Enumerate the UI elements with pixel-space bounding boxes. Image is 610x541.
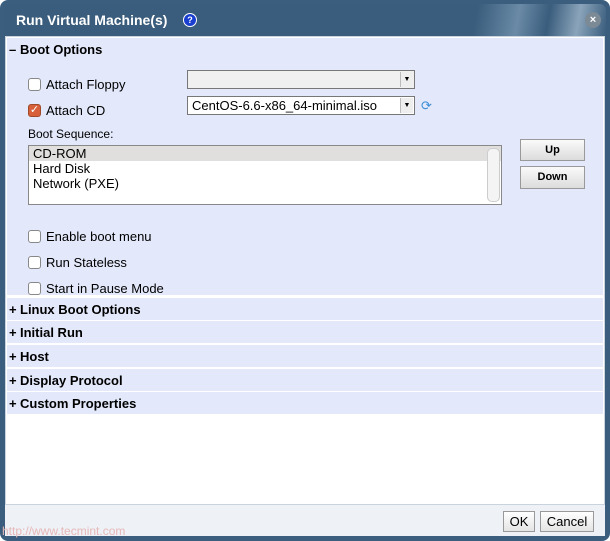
down-button[interactable]: Down <box>520 166 585 189</box>
section-host[interactable]: + Host <box>7 345 603 367</box>
section-title: Boot Options <box>20 42 103 57</box>
enable-boot-menu-label: Enable boot menu <box>46 229 152 244</box>
boot-sequence-label: Boot Sequence: <box>28 127 114 141</box>
collapse-icon: – <box>9 42 17 57</box>
expand-icon: + <box>9 349 17 364</box>
section-display-protocol[interactable]: + Display Protocol <box>7 369 603 391</box>
boot-options-header[interactable]: – Boot Options <box>9 42 102 57</box>
section-linux-boot-options[interactable]: + Linux Boot Options <box>7 298 603 320</box>
chevron-down-icon: ▼ <box>400 98 413 113</box>
expand-icon: + <box>9 302 17 317</box>
expand-icon: + <box>9 325 17 340</box>
up-button[interactable]: Up <box>520 139 585 161</box>
attach-floppy-label: Attach Floppy <box>46 77 126 92</box>
list-item[interactable]: Hard Disk <box>29 161 501 176</box>
run-stateless-label: Run Stateless <box>46 255 127 270</box>
cd-select[interactable]: CentOS-6.6-x86_64-minimal.iso ▼ <box>187 96 415 115</box>
title-bar: Run Virtual Machine(s) ? × <box>4 4 606 36</box>
list-item[interactable]: Network (PXE) <box>29 176 501 191</box>
ok-button[interactable]: OK <box>503 511 535 532</box>
scrollbar[interactable] <box>487 148 500 202</box>
refresh-icon[interactable]: ⟳ <box>421 98 432 114</box>
help-icon[interactable]: ? <box>183 13 197 27</box>
attach-cd-label: Attach CD <box>46 103 106 118</box>
attach-floppy-checkbox[interactable] <box>28 78 41 91</box>
close-icon[interactable]: × <box>585 12 601 28</box>
start-paused-label: Start in Pause Mode <box>46 281 164 296</box>
section-title: Initial Run <box>20 325 83 340</box>
cancel-button[interactable]: Cancel <box>540 511 594 532</box>
watermark: http://www.tecmint.com <box>2 524 126 538</box>
run-stateless-checkbox[interactable] <box>28 256 41 269</box>
section-title: Host <box>20 349 49 364</box>
section-title: Display Protocol <box>20 373 123 388</box>
boot-sequence-list[interactable]: CD-ROM Hard Disk Network (PXE) <box>28 145 502 205</box>
expand-icon: + <box>9 396 17 411</box>
attach-cd-checkbox[interactable]: ✓ <box>28 104 41 117</box>
section-custom-properties[interactable]: + Custom Properties <box>7 392 603 414</box>
section-initial-run[interactable]: + Initial Run <box>7 321 603 343</box>
chevron-down-icon: ▼ <box>400 72 413 87</box>
list-item[interactable]: CD-ROM <box>29 146 501 161</box>
expand-icon: + <box>9 373 17 388</box>
start-paused-checkbox[interactable] <box>28 282 41 295</box>
section-title: Custom Properties <box>20 396 137 411</box>
floppy-select[interactable]: ▼ <box>187 70 415 89</box>
dialog-body: – Boot Options Attach Floppy ▼ ✓ Attach C… <box>5 36 605 505</box>
boot-options-section: – Boot Options Attach Floppy ▼ ✓ Attach C… <box>7 38 603 296</box>
enable-boot-menu-checkbox[interactable] <box>28 230 41 243</box>
section-title: Linux Boot Options <box>20 302 141 317</box>
dialog-title: Run Virtual Machine(s) <box>16 12 168 28</box>
cd-value: CentOS-6.6-x86_64-minimal.iso <box>192 98 377 113</box>
